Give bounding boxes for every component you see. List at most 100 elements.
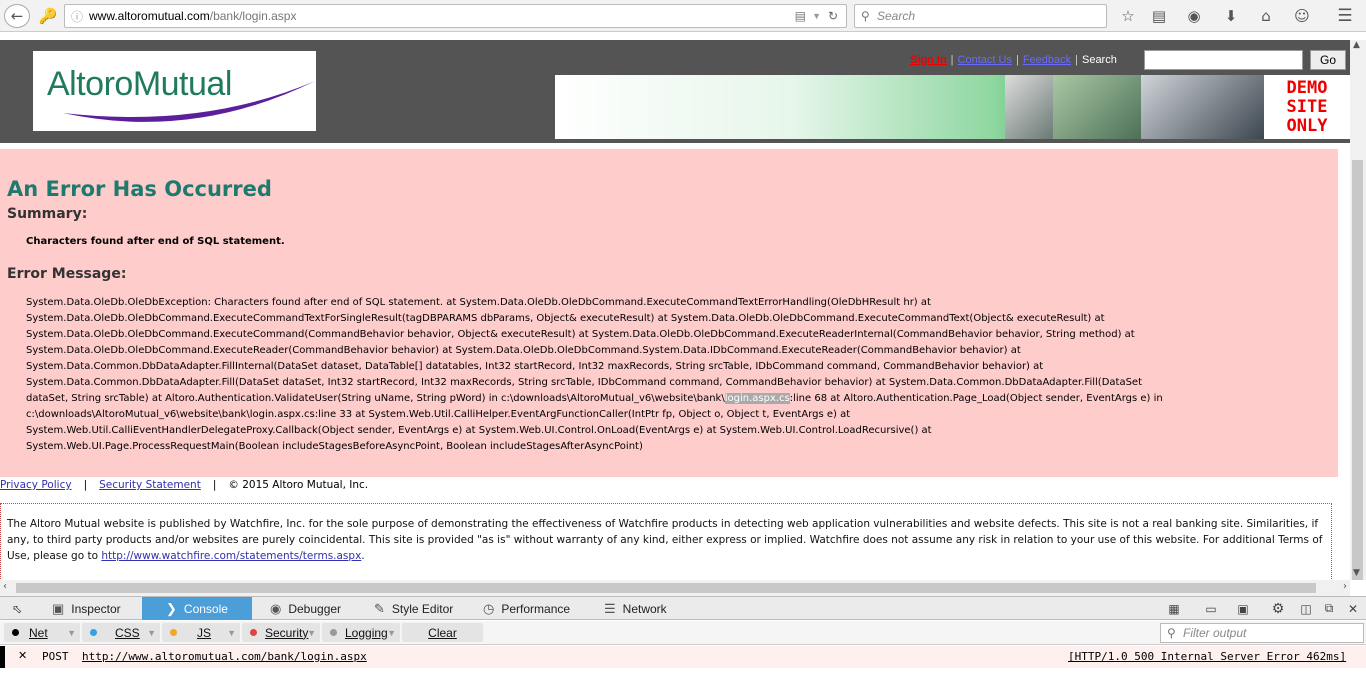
error-title: An Error Has Occurred <box>7 177 272 201</box>
filter-logging-button[interactable]: Logging ▼ <box>322 623 400 642</box>
info-icon: ⓘ <box>71 9 84 24</box>
chat-icon[interactable]: ☺ <box>1291 6 1313 26</box>
search-box[interactable]: ⚲ Search <box>854 4 1107 28</box>
web-page: AltoroMutual Sign In | Contact Us | Feedback… <box>0 40 1350 580</box>
back-icon[interactable]: ← <box>4 4 30 28</box>
url-bar[interactable]: ⓘ www.altoromutual.com/bank/login.aspx ▤… <box>64 4 847 28</box>
frame-select-icon[interactable]: ▦ <box>1165 600 1183 617</box>
reload-icon[interactable]: ↻ <box>828 9 838 23</box>
undock-icon[interactable]: ⧉ <box>1320 600 1338 617</box>
filter-net-button[interactable]: Net ▼ <box>4 623 80 642</box>
stack-trace: System.Data.OleDb.OleDbException: Charac… <box>26 295 1306 455</box>
home-icon[interactable]: ⌂ <box>1255 6 1277 26</box>
filter-css-button[interactable]: CSS ▼ <box>82 623 160 642</box>
reading-list-icon[interactable]: ▤ <box>1148 6 1170 26</box>
error-panel: An Error Has Occurred Summary: Character… <box>0 149 1338 477</box>
request-url-link[interactable]: http://www.altoromutual.com/bank/login.a… <box>82 650 367 663</box>
vertical-scrollbar[interactable]: ▲ ▼ <box>1350 40 1366 580</box>
tab-style-editor[interactable]: ✎ Style Editor <box>362 597 472 620</box>
feedback-link[interactable]: Feedback <box>1023 54 1071 66</box>
dock-side-icon[interactable]: ◫ <box>1297 600 1315 617</box>
css-dot-icon <box>90 629 97 636</box>
settings-gear-icon[interactable]: ⚙ <box>1269 600 1287 617</box>
horizontal-scrollbar[interactable]: ‹ › <box>0 580 1350 596</box>
scroll-right-icon[interactable]: › <box>1343 581 1347 592</box>
search-icon: ⚲ <box>861 9 870 23</box>
scroll-thumb[interactable] <box>1352 160 1363 580</box>
stack-line: System.Data.Common.DbDataAdapter.FillInt… <box>26 361 1044 372</box>
security-dot-icon <box>250 629 257 636</box>
tab-network[interactable]: ☰ Network <box>592 597 684 620</box>
url-path: /bank/login.aspx <box>209 9 297 23</box>
stack-line: dataSet, String srcTable) at Altoro.Auth… <box>26 393 1163 404</box>
js-dot-icon <box>170 629 177 636</box>
logging-dot-icon <box>330 629 337 636</box>
search-label: Search <box>1081 54 1117 66</box>
privacy-policy-link[interactable]: Privacy Policy <box>0 479 72 491</box>
security-statement-link[interactable]: Security Statement <box>99 479 201 491</box>
scroll-up-icon[interactable]: ▲ <box>1353 40 1360 50</box>
bookmark-star-icon[interactable]: ☆ <box>1117 6 1139 26</box>
browser-toolbar: ← 🔑 ⓘ www.altoromutual.com/bank/login.as… <box>0 0 1366 32</box>
logo-swoosh-icon <box>63 81 315 122</box>
error-message-heading: Error Message: <box>7 266 127 282</box>
tab-inspector[interactable]: ▣ Inspector <box>34 597 142 620</box>
menu-icon[interactable]: ☰ <box>1334 6 1356 26</box>
filter-security-button[interactable]: Security ▼ <box>242 623 320 642</box>
tab-debugger[interactable]: ◉ Debugger <box>252 597 362 620</box>
network-icon: ☰ <box>604 600 616 616</box>
close-icon[interactable]: ✕ <box>1344 600 1362 617</box>
console-filter-bar: Net ▼ CSS ▼ JS ▼ Security ▼ Logging ▼ Clear ⚲… <box>0 621 1366 645</box>
stack-line: System.Data.Common.DbDataAdapter.Fill(Da… <box>26 377 1142 388</box>
stack-line: System.Web.Util.CalliEventHandlerDelegat… <box>26 425 932 436</box>
stack-line: System.Data.OleDb.OleDbCommand.ExecuteCo… <box>26 329 1135 340</box>
filter-js-button[interactable]: JS ▼ <box>162 623 240 642</box>
clear-button[interactable]: Clear <box>402 623 483 642</box>
dropdown-icon[interactable]: ▼ <box>812 11 821 21</box>
pick-element-icon[interactable]: ⬁ <box>6 597 28 620</box>
footer-links: Privacy Policy | Security Statement | © 2015… <box>0 479 369 491</box>
filter-placeholder: Filter output <box>1183 626 1247 640</box>
scroll-down-icon[interactable]: ▼ <box>1353 568 1360 578</box>
stack-line: System.Web.UI.Page.ProcessRequestMain(Bo… <box>26 441 643 452</box>
filter-output-input[interactable]: ⚲ Filter output <box>1160 623 1364 643</box>
scroll-thumb[interactable] <box>16 583 1316 593</box>
inspector-icon: ▣ <box>52 600 65 616</box>
contact-link[interactable]: Contact Us <box>958 54 1012 66</box>
go-button[interactable]: Go <box>1310 50 1346 70</box>
terms-link[interactable]: http://www.watchfire.com/statements/term… <box>101 550 361 562</box>
demo-line: SITE <box>1286 97 1328 117</box>
stack-line: c:\downloads\AltoroMutual_v6\website\ban… <box>26 409 851 420</box>
site-identity-icon[interactable]: 🔑 <box>35 4 61 28</box>
download-icon[interactable]: ⬇ <box>1220 6 1242 26</box>
disclaimer: The Altoro Mutual website is published b… <box>0 503 1332 580</box>
response-status-link[interactable]: [HTTP/1.0 500 Internal Server Error 462m… <box>1068 650 1346 663</box>
tab-console[interactable]: ❯ Console <box>142 597 252 620</box>
demo-badge: DEMO SITE ONLY <box>1264 75 1350 139</box>
pocket-icon[interactable]: ◉ <box>1183 6 1205 26</box>
search-icon: ⚲ <box>1167 626 1176 640</box>
console-log-entry[interactable]: ✕ POST http://www.altoromutual.com/bank/… <box>0 646 1366 668</box>
screenshot-icon[interactable]: ▣ <box>1234 600 1252 617</box>
copyright: © 2015 Altoro Mutual, Inc. <box>228 479 369 491</box>
demo-line: ONLY <box>1286 116 1328 136</box>
performance-icon: ◷ <box>483 600 495 616</box>
devtools-toolbar: ⬁ ▣ Inspector ❯ Console ◉ Debugger ✎ Style E… <box>0 596 1366 620</box>
demo-line: DEMO <box>1286 78 1328 98</box>
banner-photo <box>1005 75 1053 139</box>
tab-performance[interactable]: ◷ Performance <box>472 597 592 620</box>
highlighted-text: login.aspx.cs <box>724 393 790 404</box>
responsive-icon[interactable]: ▭ <box>1202 600 1220 617</box>
scroll-left-icon[interactable]: ‹ <box>3 581 7 592</box>
altoro-logo[interactable]: AltoroMutual <box>33 51 316 131</box>
site-header: AltoroMutual Sign In | Contact Us | Feedback… <box>0 40 1350 143</box>
net-dot-icon <box>12 629 19 636</box>
reader-view-icon[interactable]: ▤ <box>795 9 806 23</box>
stack-line: System.Data.OleDb.OleDbException: Charac… <box>26 297 931 308</box>
site-search-input[interactable] <box>1144 50 1303 70</box>
request-method: POST <box>42 650 69 663</box>
banner: DEMO SITE ONLY <box>555 75 1350 139</box>
stack-line: System.Data.OleDb.OleDbCommand.ExecuteRe… <box>26 345 1021 356</box>
sign-in-link[interactable]: Sign In <box>910 54 947 66</box>
top-links: Sign In | Contact Us | Feedback | Search <box>910 54 1117 66</box>
